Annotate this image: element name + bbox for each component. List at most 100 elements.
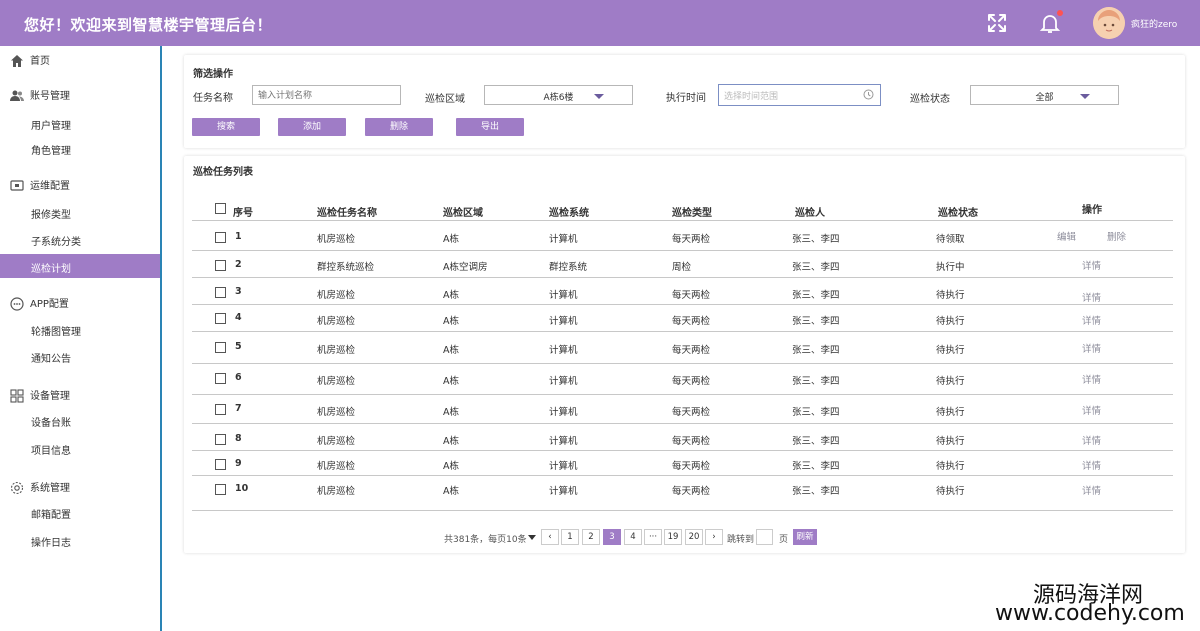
row-checkbox[interactable]	[215, 404, 226, 415]
refresh-button[interactable]: 刷新	[793, 529, 817, 545]
avatar[interactable]	[1093, 7, 1125, 39]
page-button[interactable]: 2	[582, 529, 600, 545]
cell-name: 机房巡检	[317, 234, 356, 245]
sidebar-item-op-log[interactable]: 操作日志	[31, 534, 71, 549]
users-icon	[10, 89, 24, 103]
header-actions: 操作	[1082, 205, 1102, 216]
cell-no: 10	[235, 483, 249, 494]
cell-person: 张三、李四	[792, 486, 840, 497]
detail-link[interactable]: 详情	[1082, 290, 1101, 304]
select-all-checkbox[interactable]	[215, 203, 226, 214]
detail-link[interactable]: 详情	[1082, 313, 1101, 327]
export-button[interactable]: 导出	[456, 118, 524, 136]
sidebar-group-device[interactable]: 设备管理	[10, 387, 70, 403]
cell-type: 周检	[672, 262, 692, 273]
delete-link[interactable]: 删除	[1107, 229, 1126, 243]
area-label: 巡检区域	[425, 94, 465, 105]
jump-page-input[interactable]	[756, 529, 773, 545]
sidebar-item-role-mgmt[interactable]: 角色管理	[31, 142, 71, 157]
row-divider	[192, 304, 1173, 305]
row-checkbox[interactable]	[215, 459, 226, 470]
page-button[interactable]: 4	[624, 529, 642, 545]
cell-status: 待执行	[936, 407, 965, 418]
page-button[interactable]: 1	[561, 529, 579, 545]
cell-name: 机房巡检	[317, 376, 356, 387]
status-select[interactable]: 全部	[970, 85, 1119, 105]
detail-link[interactable]: 详情	[1082, 341, 1101, 355]
cell-name: 机房巡检	[317, 290, 356, 301]
header-system: 巡检系统	[549, 208, 589, 219]
edit-link[interactable]: 编辑	[1057, 229, 1076, 243]
row-divider	[192, 423, 1173, 424]
next-page-button[interactable]: ›	[705, 529, 723, 545]
detail-link[interactable]: 详情	[1082, 483, 1101, 497]
detail-link[interactable]: 详情	[1082, 433, 1101, 447]
status-label: 巡检状态	[910, 94, 950, 105]
cell-status: 执行中	[936, 262, 965, 273]
cell-type: 每天两检	[672, 345, 711, 356]
jump-label: 跳转到	[727, 535, 755, 545]
header-area: 巡检区域	[443, 208, 483, 219]
sidebar-group-system[interactable]: 系统管理	[10, 479, 70, 495]
cell-name: 机房巡检	[317, 486, 356, 497]
detail-link[interactable]: 详情	[1082, 458, 1101, 472]
page-size-dropdown-icon[interactable]	[528, 535, 536, 540]
detail-link[interactable]: 详情	[1082, 372, 1101, 386]
filter-section-title: 筛选操作	[193, 69, 233, 80]
row-checkbox[interactable]	[215, 313, 226, 324]
sidebar-group-app[interactable]: APP配置	[10, 295, 69, 311]
page-button[interactable]: 19	[664, 529, 682, 545]
page-button-current[interactable]: 3	[603, 529, 621, 545]
cell-no: 5	[235, 341, 242, 352]
top-bar: 您好！欢迎来到智慧楼宇管理后台！ 疯狂的zero	[0, 0, 1200, 46]
cell-system: 计算机	[549, 436, 578, 447]
task-name-input[interactable]	[252, 85, 401, 105]
cell-type: 每天两检	[672, 486, 711, 497]
sidebar-item-patrol-plan[interactable]: 巡检计划	[0, 254, 160, 278]
row-checkbox[interactable]	[215, 373, 226, 384]
sidebar-item-subsystem[interactable]: 子系统分类	[31, 233, 81, 248]
cell-status: 待执行	[936, 376, 965, 387]
sidebar-item-mail-config[interactable]: 邮箱配置	[31, 506, 71, 521]
sidebar-item-notice[interactable]: 通知公告	[31, 350, 71, 365]
cell-person: 张三、李四	[792, 461, 840, 472]
cell-area: A栋	[443, 345, 459, 356]
cell-person: 张三、李四	[792, 234, 840, 245]
sidebar-item-project-info[interactable]: 项目信息	[31, 442, 71, 457]
sidebar-item-user-mgmt[interactable]: 用户管理	[31, 117, 71, 132]
detail-link[interactable]: 详情	[1082, 403, 1101, 417]
fullscreen-icon[interactable]	[985, 11, 1009, 35]
sidebar-item-home[interactable]: 首页	[10, 52, 50, 68]
sidebar-group-ops[interactable]: 运维配置	[10, 177, 70, 193]
prev-page-button[interactable]: ‹	[541, 529, 559, 545]
sidebar-item-carousel[interactable]: 轮播图管理	[31, 323, 81, 338]
search-button[interactable]: 搜索	[192, 118, 260, 136]
sidebar-group-account[interactable]: 账号管理	[10, 87, 70, 103]
sidebar-item-device-ledger[interactable]: 设备台账	[31, 414, 71, 429]
notification-dot	[1057, 10, 1063, 16]
area-select[interactable]: A栋6楼	[484, 85, 633, 105]
row-checkbox[interactable]	[215, 342, 226, 353]
cell-status: 待执行	[936, 316, 965, 327]
sidebar-item-repair-type[interactable]: 报修类型	[31, 206, 71, 221]
delete-button[interactable]: 删除	[365, 118, 433, 136]
row-checkbox[interactable]	[215, 287, 226, 298]
time-range-input[interactable]: 选择时间范围	[718, 84, 881, 106]
cell-type: 每天两检	[672, 316, 711, 327]
row-checkbox[interactable]	[215, 434, 226, 445]
row-checkbox[interactable]	[215, 260, 226, 271]
cell-no: 8	[235, 433, 242, 444]
detail-link[interactable]: 详情	[1082, 258, 1101, 272]
row-checkbox[interactable]	[215, 232, 226, 243]
cell-name: 机房巡检	[317, 316, 356, 327]
row-divider	[192, 475, 1173, 476]
add-button[interactable]: 添加	[278, 118, 346, 136]
username[interactable]: 疯狂的zero	[1131, 17, 1177, 30]
cell-no: 3	[235, 286, 242, 297]
task-name-label: 任务名称	[193, 93, 233, 104]
header-task-name: 巡检任务名称	[317, 208, 377, 219]
page-button[interactable]: 20	[685, 529, 703, 545]
row-checkbox[interactable]	[215, 484, 226, 495]
time-range-placeholder: 选择时间范围	[724, 92, 779, 102]
sidebar-divider	[160, 46, 162, 631]
